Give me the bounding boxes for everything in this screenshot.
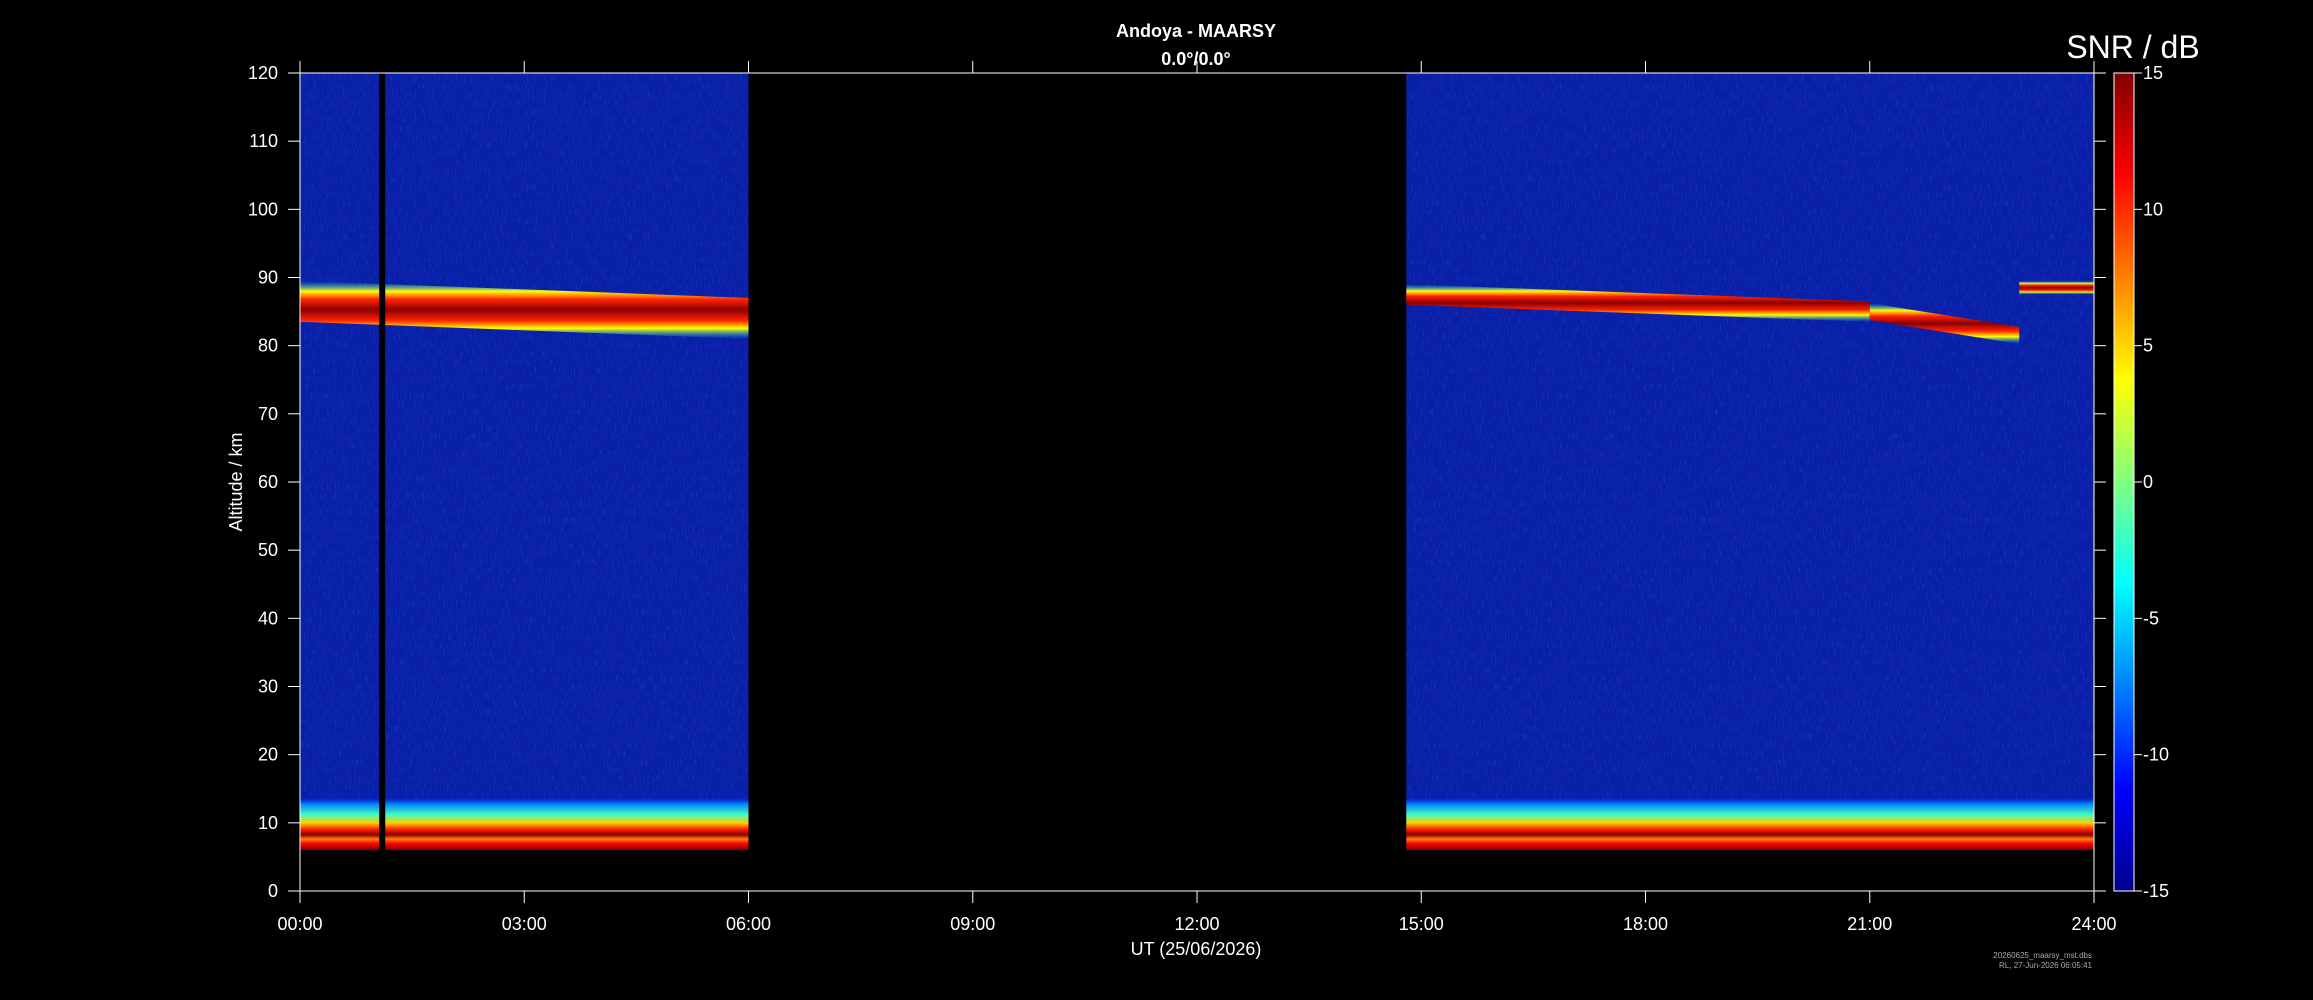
y-tick-label: 110 — [249, 131, 278, 151]
colorbar-tick-label: -5 — [2143, 608, 2159, 628]
x-tick-label: 24:00 — [2071, 914, 2116, 934]
x-tick-label: 00:00 — [277, 914, 322, 934]
y-tick-label: 90 — [258, 268, 278, 288]
troposphere-layer-4 — [300, 795, 749, 851]
troposphere-layer-5 — [1406, 795, 2094, 851]
colorbar-tick-label: 15 — [2143, 63, 2163, 83]
chart-subtitle: 0.0°/0.0° — [1161, 49, 1230, 69]
footer-timestamp: RL, 27-Jun-2026 06:05:41 — [1999, 961, 2093, 970]
snr-heatmap-chart: 00:00 03:00 06:00 09:00 12:00 15:00 18:00 21:00… — [226, 21, 2200, 970]
plot-area — [300, 73, 2094, 851]
segment-noise-1 — [1406, 73, 2094, 851]
x-tick-label: 21:00 — [1847, 914, 1892, 934]
y-tick-label: 60 — [258, 472, 278, 492]
colorbar-tick-label: 0 — [2143, 472, 2153, 492]
y-tick-label: 80 — [258, 336, 278, 356]
y-tick-label: 0 — [268, 881, 278, 901]
colorbar-tick-label: -15 — [2143, 881, 2169, 901]
y-tick-label: 120 — [248, 63, 278, 83]
segment-noise-0 — [300, 73, 749, 851]
colorbar — [2113, 72, 2135, 892]
colorbar-tick-label: 5 — [2143, 336, 2153, 356]
x-tick-label: 06:00 — [726, 914, 771, 934]
colorbar-title: SNR / dB — [2066, 29, 2199, 65]
colorbar-tick-label: 10 — [2143, 199, 2163, 219]
y-tick-label: 10 — [258, 813, 278, 833]
x-tick-label: 03:00 — [502, 914, 547, 934]
footer-filename: 20260625_maarsy_mst.dbs — [1993, 951, 2092, 960]
y-tick-label: 50 — [258, 540, 278, 560]
y-tick-label: 100 — [248, 199, 278, 219]
y-tick-label: 70 — [258, 404, 278, 424]
x-axis-label: UT (25/06/2026) — [1131, 939, 1262, 959]
x-tick-label: 09:00 — [950, 914, 995, 934]
x-tick-label: 15:00 — [1399, 914, 1444, 934]
mesosphere-layer-3 — [2019, 280, 2094, 295]
chart-title: Andoya - MAARSY — [1116, 21, 1276, 41]
y-axis-label: Altitude / km — [226, 432, 246, 531]
colorbar-ticks: 15 10 5 0 -5 -10 -15 — [2134, 63, 2169, 901]
x-tick-label: 18:00 — [1623, 914, 1668, 934]
y-tick-label: 40 — [258, 608, 278, 628]
y-tick-label: 30 — [258, 677, 278, 697]
x-tick-label: 12:00 — [1174, 914, 1219, 934]
data-gap-line-0 — [379, 73, 386, 851]
colorbar-tick-label: -10 — [2143, 745, 2169, 765]
y-tick-label: 20 — [258, 745, 278, 765]
